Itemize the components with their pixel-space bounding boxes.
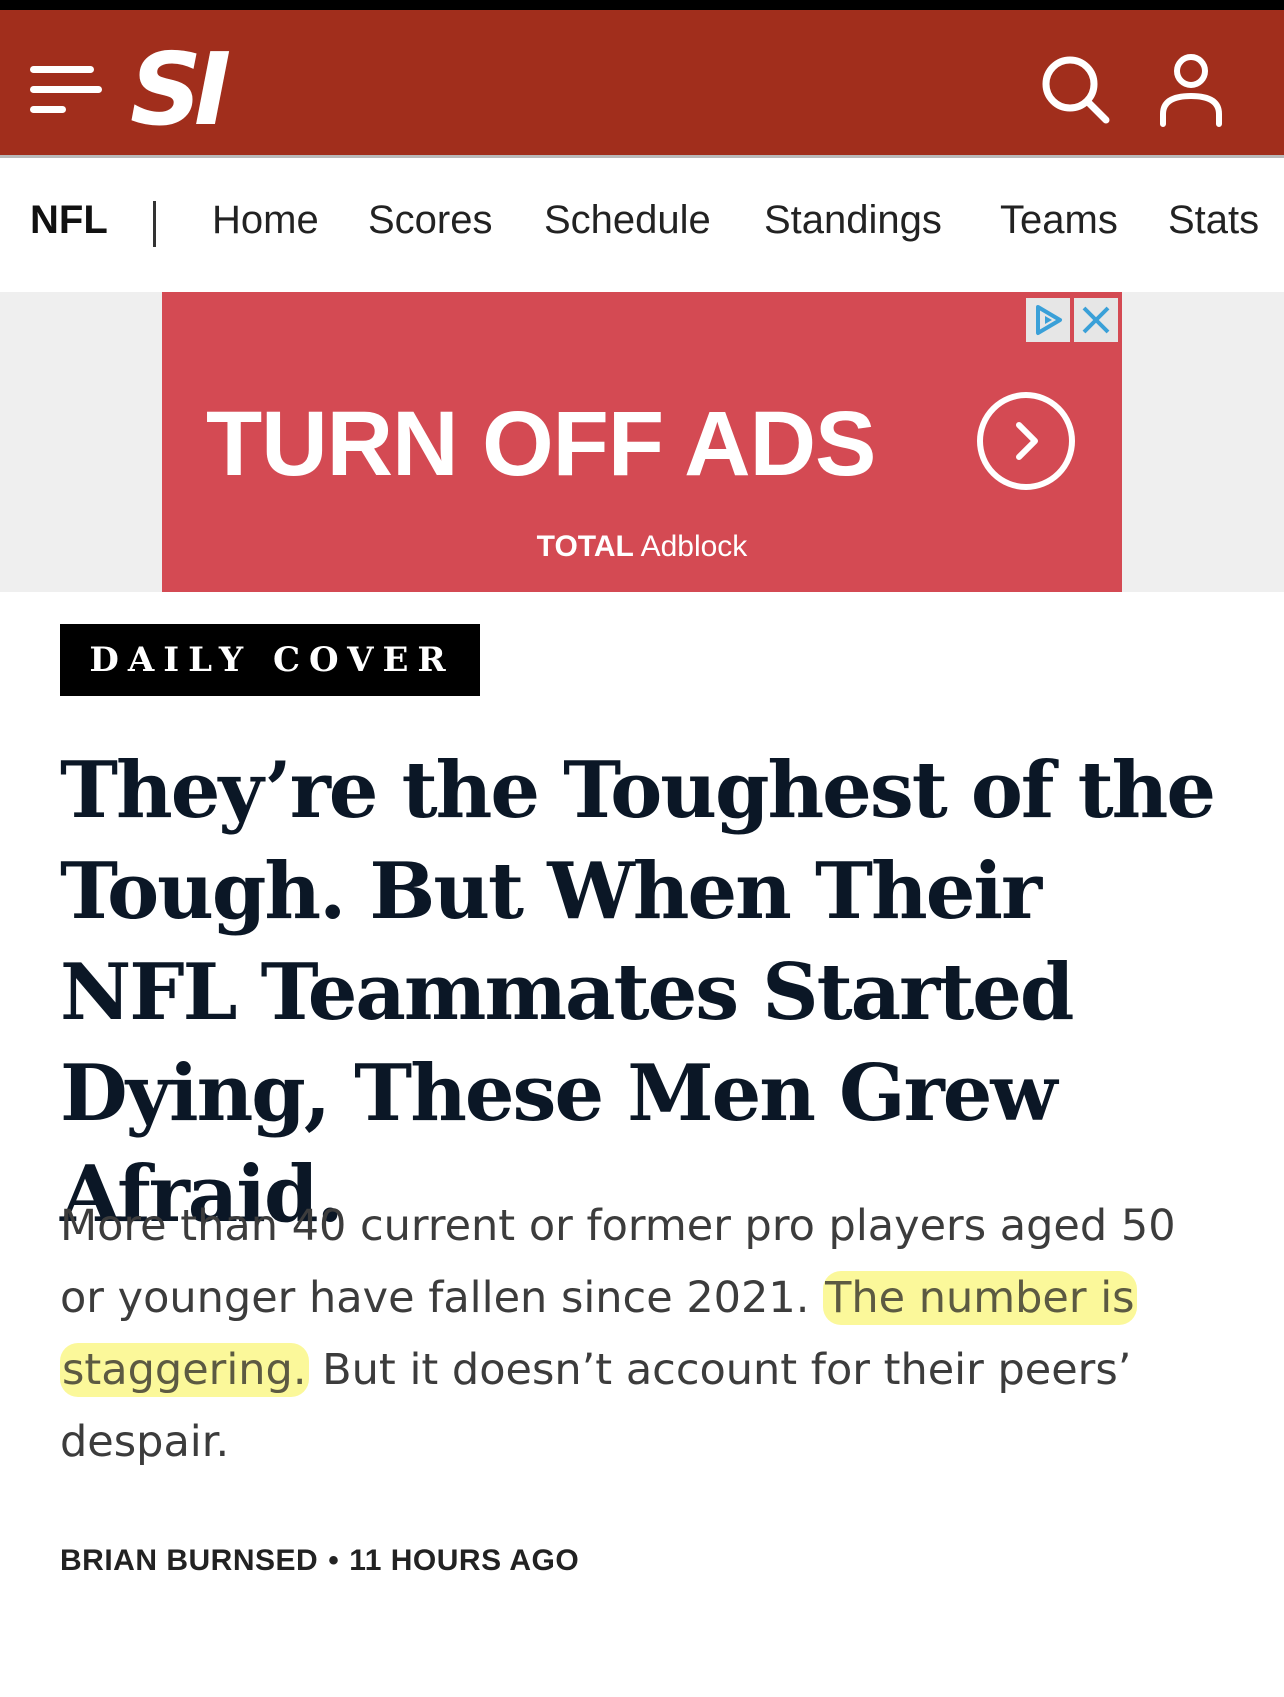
nav-item-teams[interactable]: Teams (1000, 198, 1118, 243)
user-icon[interactable] (1158, 52, 1224, 128)
chevron-right-circle-icon[interactable] (974, 389, 1078, 493)
article-byline: BRIAN BURNSED • 11 HOURS AGO (60, 1544, 579, 1578)
ad-brand: TOTAL Adblock (162, 530, 1122, 564)
hamburger-menu-icon[interactable] (30, 62, 102, 120)
ad-brand-rest: Adblock (640, 530, 748, 563)
search-icon[interactable] (1040, 54, 1112, 126)
adchoices-icon[interactable] (1026, 298, 1070, 342)
top-edge-bar (0, 0, 1284, 10)
ad-brand-bold: TOTAL (536, 530, 634, 563)
article-headline: They’re the Toughest of the Tough. But W… (60, 745, 1216, 1240)
nav-item-standings[interactable]: Standings (764, 198, 942, 243)
section-tag[interactable]: DAILY COVER (60, 624, 480, 696)
byline-separator: • (328, 1544, 340, 1577)
publish-time: 11 HOURS AGO (349, 1544, 580, 1577)
section-label-nfl[interactable]: NFL (30, 198, 108, 243)
advertisement-banner[interactable]: TURN OFF ADS TOTAL Adblock (162, 292, 1122, 592)
nav-item-home[interactable]: Home (212, 198, 319, 243)
si-logo[interactable]: SI (130, 40, 231, 140)
site-header: SI (0, 10, 1284, 158)
ad-headline: TURN OFF ADS (206, 393, 876, 495)
author-name[interactable]: BRIAN BURNSED (60, 1544, 318, 1577)
close-icon[interactable] (1074, 298, 1118, 342)
nav-item-scores[interactable]: Scores (368, 198, 493, 243)
nav-item-stats[interactable]: Stats (1168, 198, 1259, 243)
article-dek: More than 40 current or former pro playe… (60, 1190, 1220, 1478)
nav-item-schedule[interactable]: Schedule (544, 198, 711, 243)
